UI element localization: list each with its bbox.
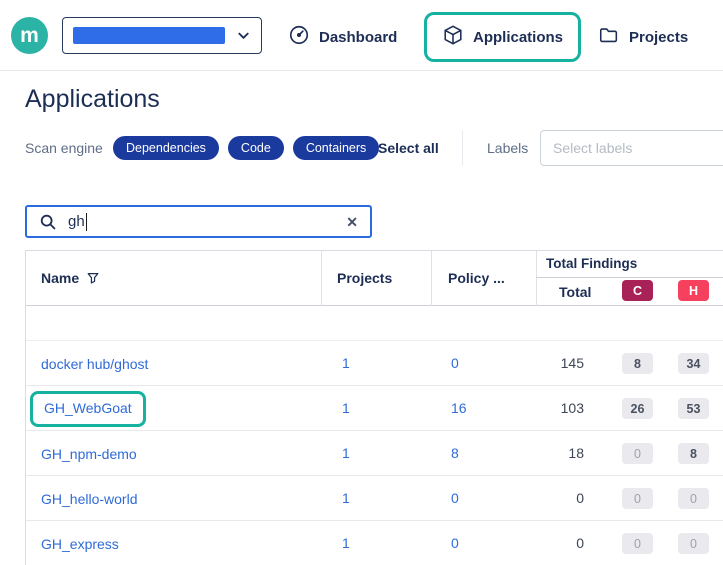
high-count-badge: 34 xyxy=(678,353,709,374)
critical-severity-badge: C xyxy=(622,280,653,301)
projects-count-link[interactable]: 1 xyxy=(342,535,350,551)
annotation-highlight-applications: Applications xyxy=(424,12,581,62)
pill-code[interactable]: Code xyxy=(228,136,284,160)
filter-funnel-icon[interactable] xyxy=(86,271,100,285)
annotation-highlight-gh-webgoat: GH_WebGoat xyxy=(30,391,146,427)
table-row: GH_express 1 0 0 0 0 xyxy=(26,521,723,565)
applications-icon xyxy=(442,24,464,50)
scan-engine-label: Scan engine xyxy=(25,140,103,156)
labels-select-input[interactable] xyxy=(540,130,723,166)
critical-count-badge: 0 xyxy=(622,533,653,554)
mend-logo: m xyxy=(11,17,48,54)
table-row: GH_WebGoat 1 16 103 26 53 xyxy=(26,386,723,431)
filters-divider xyxy=(462,130,463,166)
search-icon xyxy=(39,213,57,231)
high-count-badge: 8 xyxy=(678,443,709,464)
high-count-badge: 53 xyxy=(678,398,709,419)
page-title: Applications xyxy=(25,85,160,114)
table-spacer-row xyxy=(26,306,723,341)
search-input[interactable]: gh ✕ xyxy=(25,205,372,238)
column-header-policy: Policy ... xyxy=(448,270,505,286)
nav-label-dashboard: Dashboard xyxy=(319,29,397,46)
application-link[interactable]: GH_WebGoat xyxy=(44,400,132,416)
projects-count-link[interactable]: 1 xyxy=(342,490,350,506)
column-divider xyxy=(321,251,322,306)
total-findings-value: 0 xyxy=(516,535,584,551)
column-divider xyxy=(431,251,432,306)
high-count-badge: 0 xyxy=(678,533,709,554)
policy-violations-link[interactable]: 16 xyxy=(451,400,467,416)
name-header-label: Name xyxy=(41,270,79,286)
clear-search-button[interactable]: ✕ xyxy=(346,215,358,229)
total-findings-value: 103 xyxy=(516,400,584,416)
total-findings-value: 145 xyxy=(516,355,584,371)
select-all-link[interactable]: Select all xyxy=(378,140,439,156)
policy-violations-link[interactable]: 0 xyxy=(451,490,459,506)
critical-count-badge: 0 xyxy=(622,443,653,464)
projects-count-link[interactable]: 1 xyxy=(342,355,350,371)
projects-icon xyxy=(598,24,620,50)
text-cursor xyxy=(86,213,88,231)
pill-dependencies[interactable]: Dependencies xyxy=(113,136,219,160)
applications-table: Name Projects Policy ... Total Findings … xyxy=(25,250,723,565)
column-header-projects: Projects xyxy=(337,270,392,286)
table-header: Name Projects Policy ... Total Findings … xyxy=(26,251,723,306)
nav-item-applications[interactable]: Applications xyxy=(424,12,581,62)
dashboard-icon xyxy=(288,24,310,50)
org-name-redacted xyxy=(73,27,225,44)
column-header-name[interactable]: Name xyxy=(41,270,100,286)
pill-containers[interactable]: Containers xyxy=(293,136,379,160)
policy-violations-link[interactable]: 0 xyxy=(451,355,459,371)
column-divider xyxy=(536,251,537,306)
total-findings-value: 18 xyxy=(516,445,584,461)
critical-count-badge: 8 xyxy=(622,353,653,374)
chevron-down-icon xyxy=(236,28,251,43)
critical-count-badge: 0 xyxy=(622,488,653,509)
high-count-badge: 0 xyxy=(678,488,709,509)
projects-count-link[interactable]: 1 xyxy=(342,400,350,416)
projects-count-link[interactable]: 1 xyxy=(342,445,350,461)
table-row: GH_npm-demo 1 8 18 0 8 xyxy=(26,431,723,476)
table-row: GH_hello-world 1 0 0 0 0 xyxy=(26,476,723,521)
table-row: docker hub/ghost 1 0 145 8 34 xyxy=(26,341,723,386)
scan-engine-pills: Dependencies Code Containers xyxy=(113,136,379,160)
group-underline xyxy=(536,277,723,278)
org-selector-dropdown[interactable] xyxy=(62,17,262,54)
policy-violations-link[interactable]: 0 xyxy=(451,535,459,551)
column-group-total-findings: Total Findings xyxy=(546,256,637,271)
application-link[interactable]: docker hub/ghost xyxy=(41,356,148,372)
high-severity-badge: H xyxy=(678,280,709,301)
application-link[interactable]: GH_npm-demo xyxy=(41,446,137,462)
topbar: m Dashboard Applications Projects xyxy=(0,0,723,71)
nav-item-dashboard[interactable]: Dashboard xyxy=(288,24,397,50)
labels-label: Labels xyxy=(487,140,528,156)
application-link[interactable]: GH_express xyxy=(41,536,119,552)
application-link[interactable]: GH_hello-world xyxy=(41,491,137,507)
column-header-total: Total xyxy=(559,284,591,300)
search-query-text: gh xyxy=(68,213,85,230)
policy-violations-link[interactable]: 8 xyxy=(451,445,459,461)
total-findings-value: 0 xyxy=(516,490,584,506)
critical-count-badge: 26 xyxy=(622,398,653,419)
nav-label-applications: Applications xyxy=(473,29,563,46)
nav-label-projects: Projects xyxy=(629,29,688,46)
nav-item-projects[interactable]: Projects xyxy=(598,24,688,50)
